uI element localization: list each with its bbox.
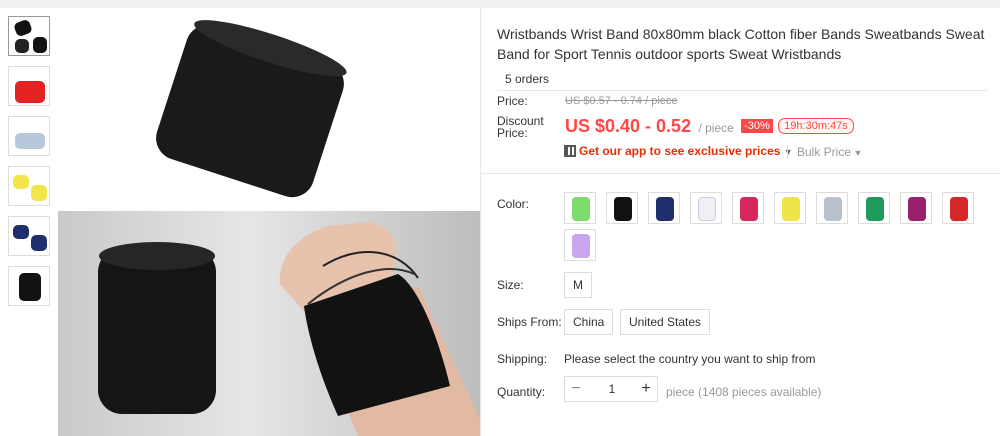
wristband-illustration — [98, 20, 480, 436]
current-price: US $0.40 - 0.52 — [565, 116, 692, 136]
section-divider — [481, 173, 1000, 174]
color-swatch[interactable] — [942, 192, 974, 224]
chevron-down-icon: ▼ — [851, 148, 863, 158]
order-count[interactable]: 5 orders — [497, 68, 987, 91]
price-label: Price: — [497, 94, 528, 108]
color-swatch[interactable] — [690, 192, 722, 224]
quantity-available: piece (1408 pieces available) — [666, 385, 822, 399]
thumbnail-red[interactable] — [8, 66, 50, 106]
thumbnail-light-blue[interactable] — [8, 116, 50, 156]
quantity-minus-button[interactable]: − — [565, 377, 587, 401]
qr-code-icon — [564, 145, 576, 157]
vertical-divider — [480, 8, 481, 436]
app-promo-link[interactable]: Get our app to see exclusive prices ▼ — [564, 144, 793, 158]
quantity-input[interactable]: 1 — [589, 377, 635, 401]
product-title: Wristbands Wrist Band 80x80mm black Cott… — [497, 26, 985, 62]
discount-badge: -30% — [741, 119, 773, 133]
shipping-text: Please select the country you want to sh… — [564, 352, 816, 366]
thumbnail-navy[interactable] — [8, 216, 50, 256]
original-price: US $0.57 - 0.74 / piece — [565, 95, 678, 107]
color-swatch[interactable] — [816, 192, 848, 224]
thumbnail-list — [8, 16, 52, 316]
size-option-m[interactable]: M — [564, 272, 592, 298]
price-unit: / piece — [698, 121, 734, 135]
quantity-stepper: − 1 + — [564, 376, 658, 402]
color-label: Color: — [497, 197, 530, 211]
current-price-row: US $0.40 - 0.52 / piece -30% 19h:30m:47s — [565, 116, 854, 137]
color-swatch[interactable] — [858, 192, 890, 224]
thumbnail-black[interactable] — [8, 266, 50, 306]
shipping-label: Shipping: — [497, 352, 548, 366]
discount-price-label: Discount Price: — [497, 114, 544, 140]
quantity-plus-button[interactable]: + — [635, 377, 657, 401]
color-swatch[interactable] — [564, 229, 596, 261]
color-swatch[interactable] — [648, 192, 680, 224]
color-swatch[interactable] — [564, 192, 596, 224]
ships-from-china[interactable]: China — [564, 309, 614, 335]
color-swatch[interactable] — [606, 192, 638, 224]
quantity-label: Quantity: — [497, 385, 546, 399]
color-swatch[interactable] — [900, 192, 932, 224]
thumbnail-yellow[interactable] — [8, 166, 50, 206]
ships-from-label: Ships From: — [497, 315, 562, 329]
bulk-price-dropdown[interactable]: Bulk Price ▼ — [787, 145, 862, 159]
ships-from-united-states[interactable]: United States — [620, 309, 711, 335]
size-label: Size: — [497, 278, 524, 292]
main-product-image — [58, 16, 480, 436]
thumbnail-black-pair[interactable] — [8, 16, 50, 56]
color-swatch[interactable] — [732, 192, 764, 224]
product-info: Wristbands Wrist Band 80x80mm black Cott… — [497, 16, 997, 91]
product-page: Wristbands Wrist Band 80x80mm black Cott… — [0, 0, 1000, 436]
color-swatch[interactable] — [774, 192, 806, 224]
countdown-timer: 19h:30m:47s — [778, 118, 854, 134]
